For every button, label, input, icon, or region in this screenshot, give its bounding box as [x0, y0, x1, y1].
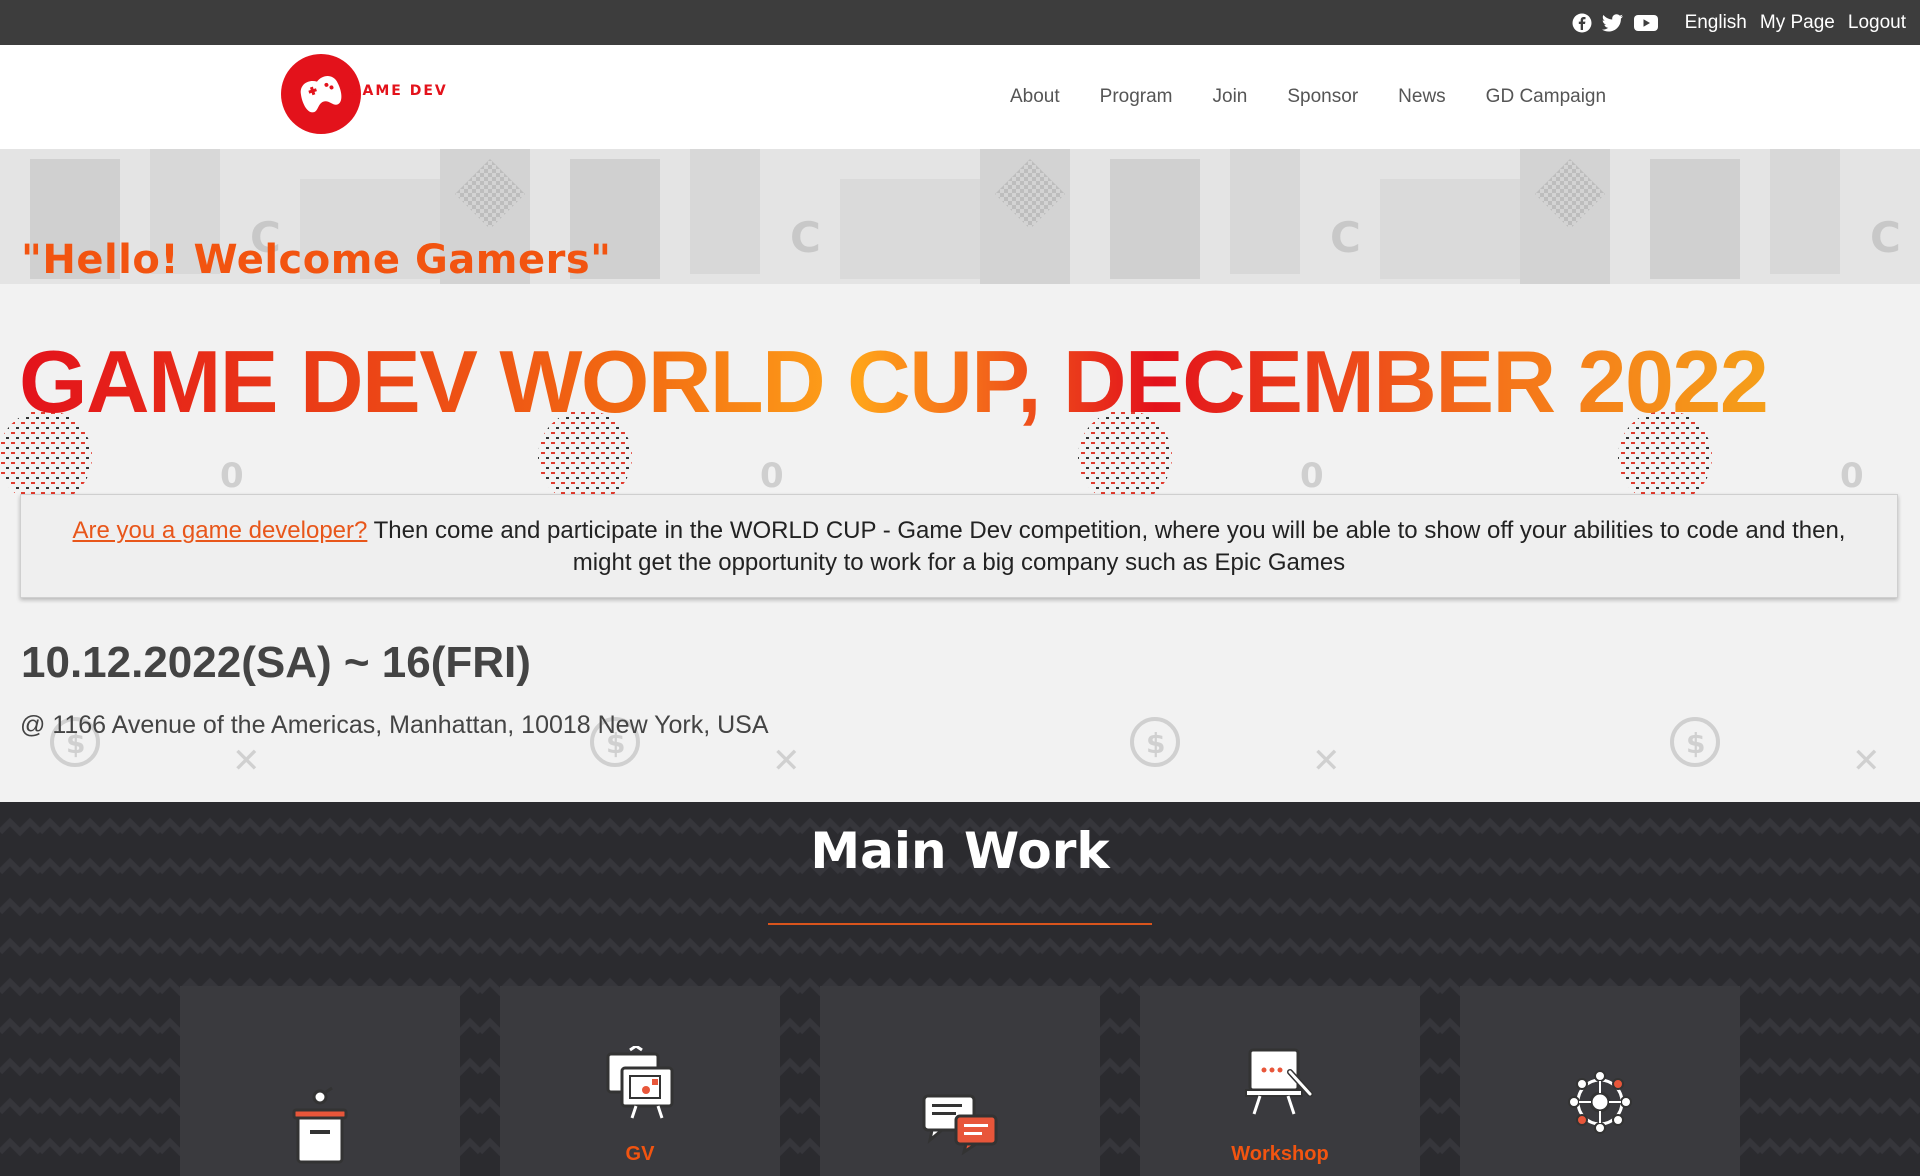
youtube-icon[interactable]	[1633, 14, 1658, 32]
language-link[interactable]: English	[1685, 12, 1747, 34]
main-work-card-exhibition[interactable]: GV	[500, 986, 780, 1176]
my-page-link[interactable]: My Page	[1760, 12, 1835, 34]
main-work-section: Main Work GV Workshop	[0, 802, 1920, 1176]
top-utility-bar: English My Page Logout	[0, 0, 1920, 45]
event-address: @ 1166 Avenue of the Americas, Manhattan…	[20, 711, 769, 739]
nav-join[interactable]: Join	[1213, 86, 1248, 108]
logout-link[interactable]: Logout	[1848, 12, 1906, 34]
logo-text: GAME DEV	[349, 83, 448, 99]
nav-about[interactable]: About	[1010, 86, 1060, 108]
nav-program[interactable]: Program	[1100, 86, 1173, 108]
nav-sponsor[interactable]: Sponsor	[1287, 86, 1358, 108]
workshop-icon	[1245, 1048, 1313, 1115]
network-icon	[1568, 1070, 1632, 1134]
main-work-card-podium[interactable]	[180, 986, 460, 1176]
welcome-greeting: "Hello! Welcome Gamers"	[21, 237, 612, 283]
main-work-card-workshop[interactable]: Workshop	[1140, 986, 1420, 1176]
title-underline	[768, 923, 1152, 925]
card-label-gv: GV	[625, 1143, 655, 1165]
notice-text: Then come and participate in the WORLD C…	[367, 517, 1846, 576]
chat-icon	[922, 1094, 998, 1156]
participation-notice: Are you a game developer? Then come and …	[20, 494, 1898, 598]
nav-gd-campaign[interactable]: GD Campaign	[1486, 86, 1606, 108]
main-work-title: Main Work	[810, 822, 1110, 880]
site-logo[interactable]: GAME DEV	[280, 53, 446, 135]
hero-section: C ✕ 0 $ ✕ "Hello! Welcome Gamers" GAME D…	[0, 149, 1920, 802]
main-work-card-chat[interactable]	[820, 986, 1100, 1176]
main-nav: About Program Join Sponsor News GD Campa…	[1010, 45, 1646, 149]
main-work-card-network[interactable]	[1460, 986, 1740, 1176]
nav-news[interactable]: News	[1398, 86, 1446, 108]
facebook-icon[interactable]	[1572, 13, 1592, 33]
exhibition-icon	[606, 1046, 674, 1119]
podium-icon	[292, 1086, 348, 1164]
event-dates: 10.12.2022(SA) ~ 16(FRI)	[21, 638, 531, 687]
twitter-icon[interactable]	[1601, 13, 1624, 32]
site-header: GAME DEV About Program Join Sponsor News…	[0, 45, 1920, 149]
card-label-workshop: Workshop	[1231, 1143, 1329, 1165]
game-developer-link[interactable]: Are you a game developer?	[73, 517, 368, 544]
event-title: GAME DEV WORLD CUP, DECEMBER 2022	[19, 332, 1769, 431]
social-links	[1572, 13, 1658, 33]
